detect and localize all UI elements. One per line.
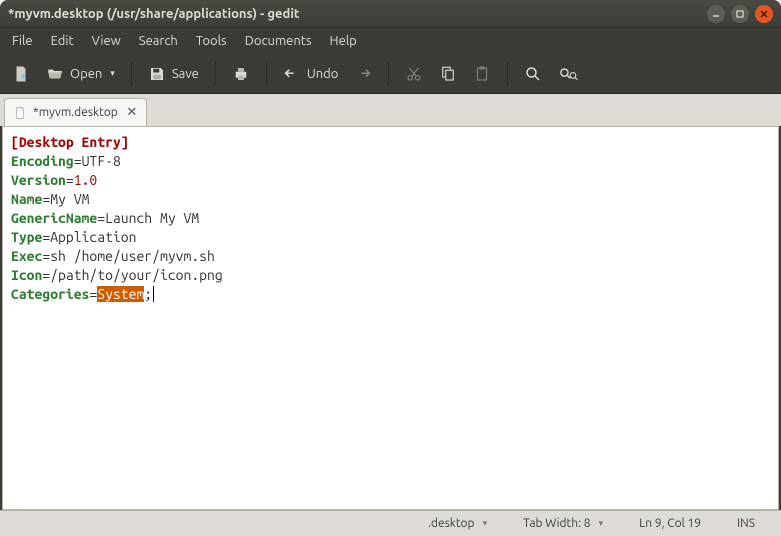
menu-help[interactable]: Help [322, 31, 365, 51]
find-replace-icon [558, 65, 578, 83]
chevron-down-icon: ▾ [110, 68, 115, 79]
section-header: [Desktop Entry] [11, 134, 129, 150]
save-button[interactable]: Save [142, 59, 205, 89]
undo-label: Undo [307, 67, 339, 81]
close-button[interactable] [755, 5, 773, 23]
cursor-position: Ln 9, Col 19 [621, 517, 719, 530]
text-cursor [153, 286, 154, 302]
menu-view[interactable]: View [84, 31, 129, 51]
undo-icon [283, 65, 301, 83]
menubar: File Edit View Search Tools Documents He… [0, 28, 781, 54]
toolbar-separator [266, 62, 267, 86]
save-label: Save [172, 67, 199, 81]
document-tab[interactable]: *myvm.desktop ✕ [4, 98, 147, 126]
folder-open-icon [46, 65, 64, 83]
tab-label: *myvm.desktop [33, 106, 118, 119]
find-button[interactable] [518, 59, 548, 89]
paste-icon [473, 65, 491, 83]
paste-button[interactable] [467, 59, 497, 89]
save-icon [148, 65, 166, 83]
new-document-button[interactable] [6, 59, 36, 89]
menu-documents[interactable]: Documents [237, 31, 320, 51]
print-icon [232, 65, 250, 83]
search-icon [524, 65, 542, 83]
maximize-button[interactable] [731, 5, 749, 23]
tabwidth-selector[interactable]: Tab Width: 8 [505, 517, 621, 530]
window-title: *myvm.desktop (/usr/share/applications) … [8, 7, 701, 21]
undo-button[interactable]: Undo [277, 59, 345, 89]
document-icon [13, 106, 27, 120]
selected-text: System [97, 286, 144, 302]
toolbar-separator [215, 62, 216, 86]
toolbar: Open ▾ Save Undo [0, 54, 781, 94]
copy-icon [439, 65, 457, 83]
tab-close-button[interactable]: ✕ [124, 105, 140, 121]
language-selector[interactable]: .desktop [410, 517, 505, 530]
toolbar-separator [131, 62, 132, 86]
minimize-button[interactable] [707, 5, 725, 23]
new-document-icon [12, 65, 30, 83]
tabbar: *myvm.desktop ✕ [0, 94, 781, 126]
cut-icon [405, 65, 423, 83]
menu-search[interactable]: Search [131, 31, 186, 51]
print-button[interactable] [226, 59, 256, 89]
menu-file[interactable]: File [4, 31, 41, 51]
gedit-window: *myvm.desktop (/usr/share/applications) … [0, 0, 781, 536]
menu-tools[interactable]: Tools [188, 31, 235, 51]
redo-button[interactable] [348, 59, 378, 89]
redo-icon [354, 65, 372, 83]
titlebar: *myvm.desktop (/usr/share/applications) … [0, 0, 781, 28]
open-label: Open [70, 67, 102, 81]
cut-button[interactable] [399, 59, 429, 89]
menu-edit[interactable]: Edit [43, 31, 82, 51]
toolbar-separator [507, 62, 508, 86]
insert-mode[interactable]: INS [719, 517, 773, 530]
toolbar-separator [388, 62, 389, 86]
find-replace-button[interactable] [552, 59, 584, 89]
copy-button[interactable] [433, 59, 463, 89]
text-editor[interactable]: [Desktop Entry] Encoding=UTF-8 Version=1… [2, 126, 779, 510]
statusbar: .desktop Tab Width: 8 Ln 9, Col 19 INS [0, 510, 781, 536]
open-button[interactable]: Open ▾ [40, 59, 121, 89]
